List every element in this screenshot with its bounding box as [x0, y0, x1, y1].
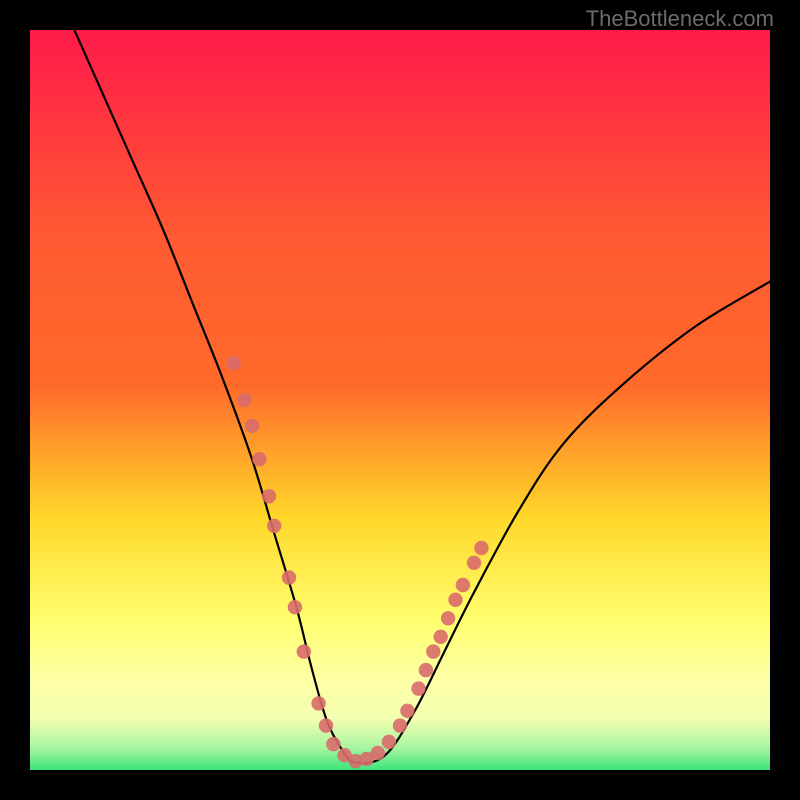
highlight-dot — [262, 489, 276, 503]
highlight-dot — [297, 644, 311, 658]
highlight-dot — [441, 611, 455, 625]
highlight-dot — [288, 600, 302, 614]
highlight-dot — [411, 681, 425, 695]
bottleneck-curve — [74, 30, 770, 763]
chart-canvas: TheBottleneck.com — [0, 0, 800, 800]
highlight-dot — [252, 452, 266, 466]
highlight-dot — [426, 644, 440, 658]
highlight-dot — [474, 541, 488, 555]
highlight-dot — [382, 735, 396, 749]
highlight-dot — [400, 704, 414, 718]
highlight-dot — [448, 593, 462, 607]
highlight-dot — [282, 570, 296, 584]
highlight-dot — [393, 718, 407, 732]
highlight-dot — [434, 630, 448, 644]
highlight-dot — [319, 718, 333, 732]
plot-area — [30, 30, 770, 770]
highlight-dot — [456, 578, 470, 592]
highlight-dot — [311, 696, 325, 710]
highlight-dot — [467, 556, 481, 570]
highlight-dot — [267, 519, 281, 533]
watermark-text: TheBottleneck.com — [586, 6, 774, 32]
highlight-dots — [226, 356, 488, 769]
curve-layer — [30, 30, 770, 770]
highlight-dot — [237, 393, 251, 407]
highlight-dot — [245, 419, 259, 433]
highlight-dot — [419, 663, 433, 677]
highlight-dot — [371, 746, 385, 760]
highlight-dot — [326, 737, 340, 751]
highlight-dot — [226, 356, 240, 370]
